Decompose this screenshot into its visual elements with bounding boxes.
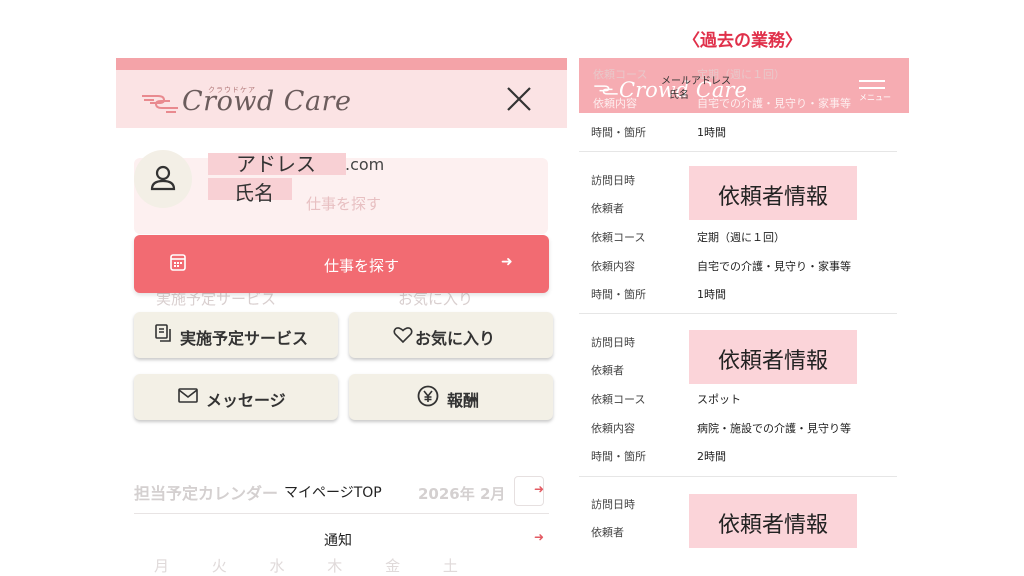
visit-time-label: 訪問日時 bbox=[591, 336, 635, 349]
requester-info-highlight: 依頼者情報 bbox=[689, 494, 857, 548]
user-address: アドレス bbox=[236, 152, 316, 176]
hands-logo-icon bbox=[142, 95, 178, 113]
drawer-header: クラウドケア Crowd Care bbox=[116, 70, 567, 128]
divider bbox=[579, 476, 897, 477]
arrow-right-icon: ➜ bbox=[534, 530, 545, 544]
course-value: 定期（週に１回） bbox=[697, 231, 785, 244]
time-place-label: 時間・箇所 bbox=[591, 126, 646, 139]
menu-link-notifications[interactable]: 通知 ➜ bbox=[116, 520, 567, 560]
requester-info-text: 依頼者情報 bbox=[717, 349, 828, 374]
hands-logo-icon bbox=[594, 85, 618, 95]
requester-label: 依頼者 bbox=[591, 526, 624, 539]
time-place-label: 時間・箇所 bbox=[591, 450, 646, 463]
user-address-domain: .com bbox=[345, 155, 385, 174]
requester-info-text: 依頼者情報 bbox=[717, 513, 828, 538]
past-jobs-screen: 依頼コース 定期（週に１回） 依頼内容 自宅での介護・見守り・家事等 Crowd… bbox=[579, 58, 909, 576]
content-label: 依頼内容 bbox=[591, 260, 635, 273]
drawer-menu-screen: 仕事を探す 実施予定サービス お気に入り 担当予定カレンダー 2026年 2月 … bbox=[116, 58, 567, 576]
divider bbox=[134, 513, 549, 514]
content-value: 自宅での介護・見守り・家事等 bbox=[697, 260, 851, 273]
header-mail-address: メールアドレス bbox=[661, 76, 731, 87]
reward-button[interactable]: 報酬 bbox=[349, 374, 553, 420]
user-icon bbox=[150, 165, 176, 191]
scheduled-services-button[interactable]: 実施予定サービス bbox=[134, 312, 338, 358]
past-jobs-title: 〈過去の業務〉 bbox=[683, 31, 802, 51]
time-place-label: 時間・箇所 bbox=[591, 288, 646, 301]
requester-info-text: 依頼者情報 bbox=[717, 185, 828, 210]
content-label: 依頼内容 bbox=[591, 422, 635, 435]
reward-label: 報酬 bbox=[447, 391, 480, 410]
copy-list-icon bbox=[155, 324, 171, 342]
requester-info-highlight: 依頼者情報 bbox=[689, 330, 857, 384]
messages-button[interactable]: メッセージ bbox=[134, 374, 338, 420]
find-job-button[interactable]: 仕事を探す ➜ bbox=[134, 235, 549, 293]
heart-icon bbox=[393, 327, 413, 344]
favorites-label: お気に入り bbox=[415, 329, 496, 348]
course-label: 依頼コース bbox=[591, 393, 646, 406]
scheduled-services-label: 実施予定サービス bbox=[180, 329, 309, 348]
menu-link-mypage[interactable]: マイページTOP ➜ bbox=[116, 472, 567, 512]
mail-icon bbox=[178, 388, 198, 403]
time-place-value: 2時間 bbox=[697, 450, 726, 463]
course-label: 依頼コース bbox=[591, 231, 646, 244]
time-place-value: 1時間 bbox=[697, 288, 726, 301]
top-strip bbox=[116, 58, 567, 70]
requester-label: 依頼者 bbox=[591, 202, 624, 215]
content-value: 病院・施設での介護・見守り等 bbox=[697, 422, 851, 435]
user-name: 氏名 bbox=[234, 181, 274, 205]
course-value: スポット bbox=[697, 393, 741, 406]
visit-time-label: 訪問日時 bbox=[591, 498, 635, 511]
background-find-job-text: 仕事を探す bbox=[306, 195, 382, 213]
find-job-label: 仕事を探す bbox=[324, 257, 400, 275]
close-icon[interactable] bbox=[504, 84, 534, 114]
arrow-right-icon: ➜ bbox=[501, 254, 513, 270]
calendar-icon bbox=[170, 254, 186, 271]
divider bbox=[579, 313, 897, 314]
menu-link-label: マイページTOP bbox=[284, 485, 382, 501]
arrow-right-icon: ➜ bbox=[534, 482, 545, 496]
requester-info-highlight: 依頼者情報 bbox=[689, 166, 857, 220]
messages-label: メッセージ bbox=[206, 391, 286, 410]
favorites-button[interactable]: お気に入り bbox=[349, 312, 553, 358]
visit-time-label: 訪問日時 bbox=[591, 174, 635, 187]
header-name: 氏名 bbox=[669, 90, 689, 101]
avatar[interactable] bbox=[134, 150, 192, 208]
logo-text: Crowd Care bbox=[182, 86, 352, 117]
yen-icon bbox=[417, 385, 439, 407]
time-place-value: 1時間 bbox=[697, 126, 726, 139]
menu-link-label: 通知 bbox=[324, 533, 352, 549]
requester-label: 依頼者 bbox=[591, 364, 624, 377]
divider bbox=[579, 151, 897, 152]
menu-label: メニュー bbox=[859, 93, 891, 102]
